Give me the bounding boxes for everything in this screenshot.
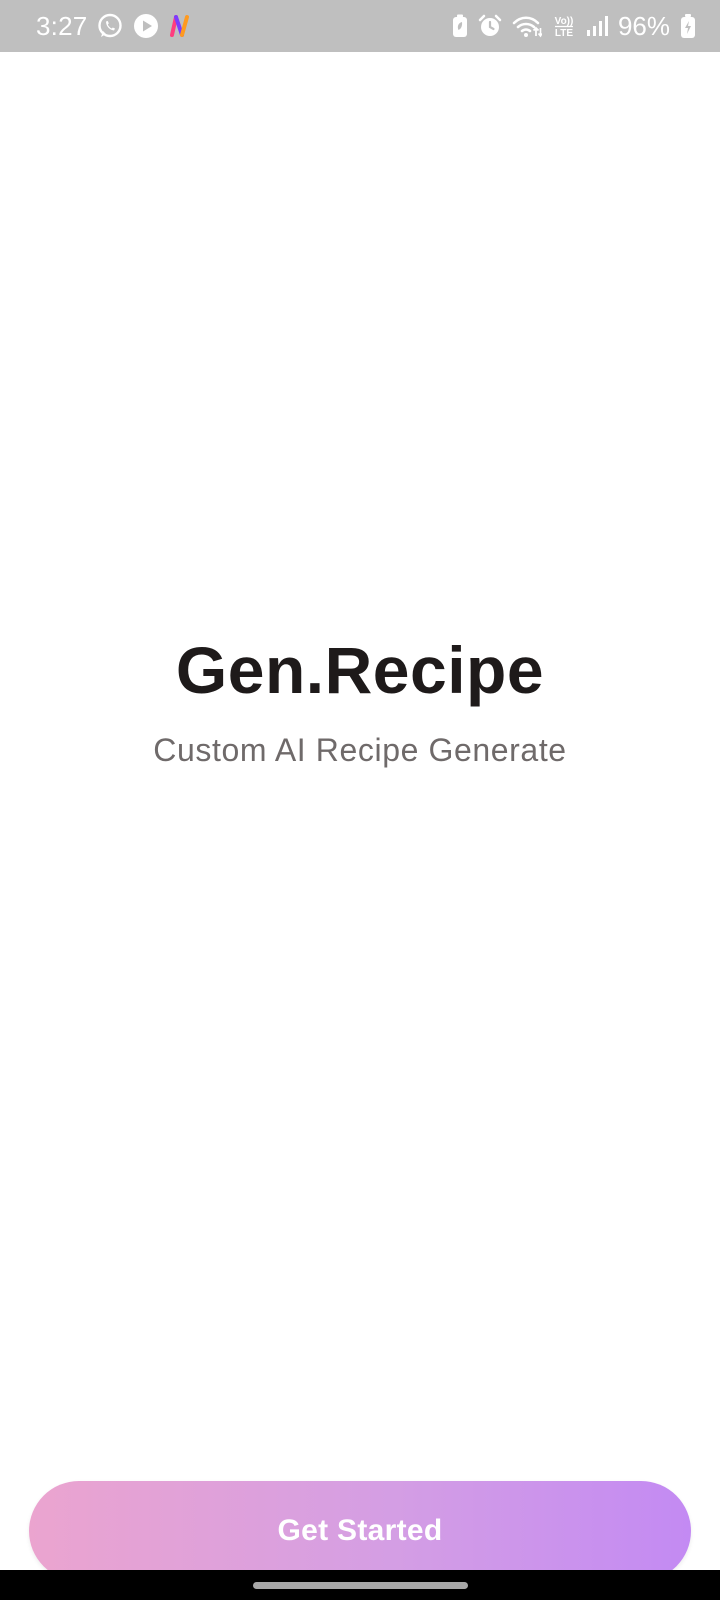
battery-charging-icon: [680, 13, 696, 39]
svg-text:LTE: LTE: [555, 28, 573, 39]
signal-icon: [586, 15, 608, 37]
splash-screen: Gen.Recipe Custom AI Recipe Generate Get…: [0, 52, 720, 1581]
home-gesture-handle[interactable]: [253, 1582, 468, 1589]
status-left-group: 3:27: [36, 13, 191, 39]
battery-saver-icon: [452, 14, 468, 38]
battery-percentage: 96%: [617, 11, 670, 41]
navigation-bar: [0, 1570, 720, 1600]
alarm-icon: [478, 14, 502, 38]
app-subtitle: Custom AI Recipe Generate: [153, 732, 567, 768]
status-time: 3:27: [36, 11, 88, 41]
whatsapp-icon: [97, 13, 123, 39]
get-started-button[interactable]: Get Started: [29, 1481, 691, 1581]
app-n-icon: [169, 14, 191, 38]
app-title: Gen.Recipe: [175, 633, 545, 707]
play-icon: [133, 13, 159, 39]
status-bar: 3:27 Vo)) LTE 96%: [0, 0, 720, 52]
svg-text:Vo)): Vo)): [555, 16, 574, 27]
get-started-label: Get Started: [277, 1514, 443, 1547]
status-right-group: Vo)) LTE 96%: [452, 13, 696, 39]
volte-icon: Vo)) LTE: [552, 13, 576, 39]
wifi-icon: [512, 14, 542, 38]
